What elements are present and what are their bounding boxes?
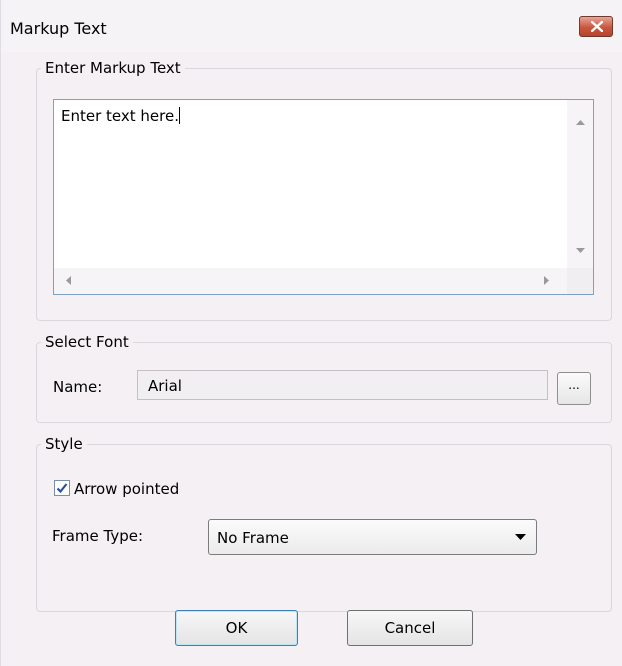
frame-type-label: Frame Type: — [52, 527, 144, 545]
horizontal-scrollbar[interactable] — [54, 268, 567, 294]
window-title: Markup Text — [10, 19, 107, 38]
scroll-corner — [567, 268, 593, 294]
markup-text-area[interactable]: Enter text here. — [53, 99, 594, 295]
text-caret — [178, 107, 180, 124]
arrow-pointed-label[interactable]: Arrow pointed — [74, 480, 179, 498]
cancel-button[interactable]: Cancel — [347, 610, 473, 646]
markup-text-legend: Enter Markup Text — [45, 59, 181, 77]
checkmark-icon — [56, 483, 68, 494]
style-legend: Style — [45, 435, 83, 453]
browse-font-button[interactable]: ... — [557, 372, 591, 405]
scroll-down-icon[interactable] — [576, 248, 585, 253]
arrow-pointed-checkbox[interactable] — [54, 480, 70, 496]
scroll-right-icon[interactable] — [544, 276, 549, 285]
font-name-label: Name: — [53, 378, 103, 396]
title-bar[interactable]: Markup Text — [1, 0, 622, 52]
close-icon — [591, 21, 603, 32]
ok-button[interactable]: OK — [175, 610, 298, 646]
vertical-scrollbar[interactable] — [567, 100, 593, 268]
frame-type-select[interactable]: No Frame — [208, 519, 537, 555]
chevron-down-icon — [515, 534, 526, 540]
scroll-up-icon[interactable] — [576, 120, 585, 125]
select-font-legend: Select Font — [45, 333, 129, 351]
font-name-field[interactable]: Arial — [137, 370, 548, 400]
frame-type-value: No Frame — [217, 529, 289, 547]
markup-text-dialog: Markup Text Enter Markup Text Enter text… — [0, 0, 622, 666]
scroll-left-icon[interactable] — [66, 276, 71, 285]
markup-text-value: Enter text here. — [61, 107, 179, 125]
close-button[interactable] — [579, 16, 613, 37]
